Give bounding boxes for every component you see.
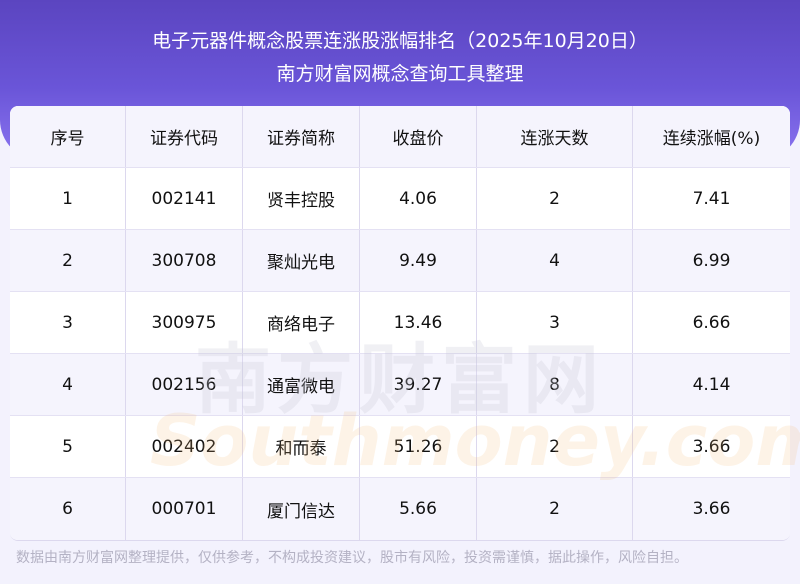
table-row: 1 002141 贤丰控股 4.06 2 7.41 [10,168,790,230]
table-cell: 002402 [126,416,243,477]
page-subtitle: 南方财富网概念查询工具整理 [276,63,524,85]
table-cell: 3 [10,292,126,353]
table-cell: 聚灿光电 [243,230,360,291]
table-cell: 002141 [126,168,243,229]
table-cell: 4 [477,230,633,291]
table-cell: 300975 [126,292,243,353]
table-cell: 002156 [126,354,243,415]
table-cell: 4.06 [360,168,477,229]
table-cell: 2 [10,230,126,291]
table-cell: 5 [10,416,126,477]
table-cell: 和而泰 [243,416,360,477]
table-cell: 4.14 [692,374,731,395]
table-cell: 通富微电 [243,354,360,415]
table-cell: 39.27 [360,354,477,415]
table-header: 序号 证券代码 证券简称 收盘价 连涨天数 连续涨幅(%) [10,106,790,168]
table-row: 2 300708 聚灿光电 9.49 4 6.99 [10,230,790,292]
table-cell: 13.46 [360,292,477,353]
table-cell: 300708 [126,230,243,291]
table-cell: 2 [477,478,633,540]
table-cell: 000701 [126,478,243,540]
ranking-table: 序号 证券代码 证券简称 收盘价 连涨天数 连续涨幅(%) 1 002141 贤丰控… [10,106,790,541]
table-cell: 6.66 [692,312,731,333]
column-header: 序号 [10,106,126,167]
table-cell: 2 [477,416,633,477]
table-cell: 9.49 [360,230,477,291]
table-row: 6 000701 厦门信达 5.66 2 3.66 [10,478,790,540]
table-cell: 3 [477,292,633,353]
column-header: 证券代码 [126,106,243,167]
table-cell: 6 [10,478,126,540]
table-cell: 6.99 [692,250,731,271]
table-row: 4 002156 通富微电 39.27 8 4.14 [10,354,790,416]
column-header: 收盘价 [360,106,477,167]
table-row: 3 300975 商络电子 13.46 3 6.66 [10,292,790,354]
table-row: 5 002402 和而泰 51.26 2 3.66 [10,416,790,478]
table-cell: 商络电子 [243,292,360,353]
table-cell: 厦门信达 [243,478,360,540]
column-header: 证券简称 [243,106,360,167]
table-cell: 2 [477,168,633,229]
table-cell: 3.66 [692,436,731,457]
table-cell: 8 [477,354,633,415]
table-cell: 7.41 [692,188,731,209]
page-title: 电子元器件概念股票连涨股涨幅排名（2025年10月20日） [152,30,648,52]
column-header: 连续涨幅(%) [662,129,761,149]
disclaimer: 数据由南方财富网整理提供，仅供参考，不构成投资建议，股市有风险，投资需谨慎，据此… [16,550,688,566]
table-cell: 4 [10,354,126,415]
column-header: 连涨天数 [477,106,633,167]
table-cell: 1 [10,168,126,229]
table-cell: 贤丰控股 [243,168,360,229]
table-cell: 5.66 [360,478,477,540]
table-cell: 3.66 [692,499,731,519]
table-cell: 51.26 [360,416,477,477]
